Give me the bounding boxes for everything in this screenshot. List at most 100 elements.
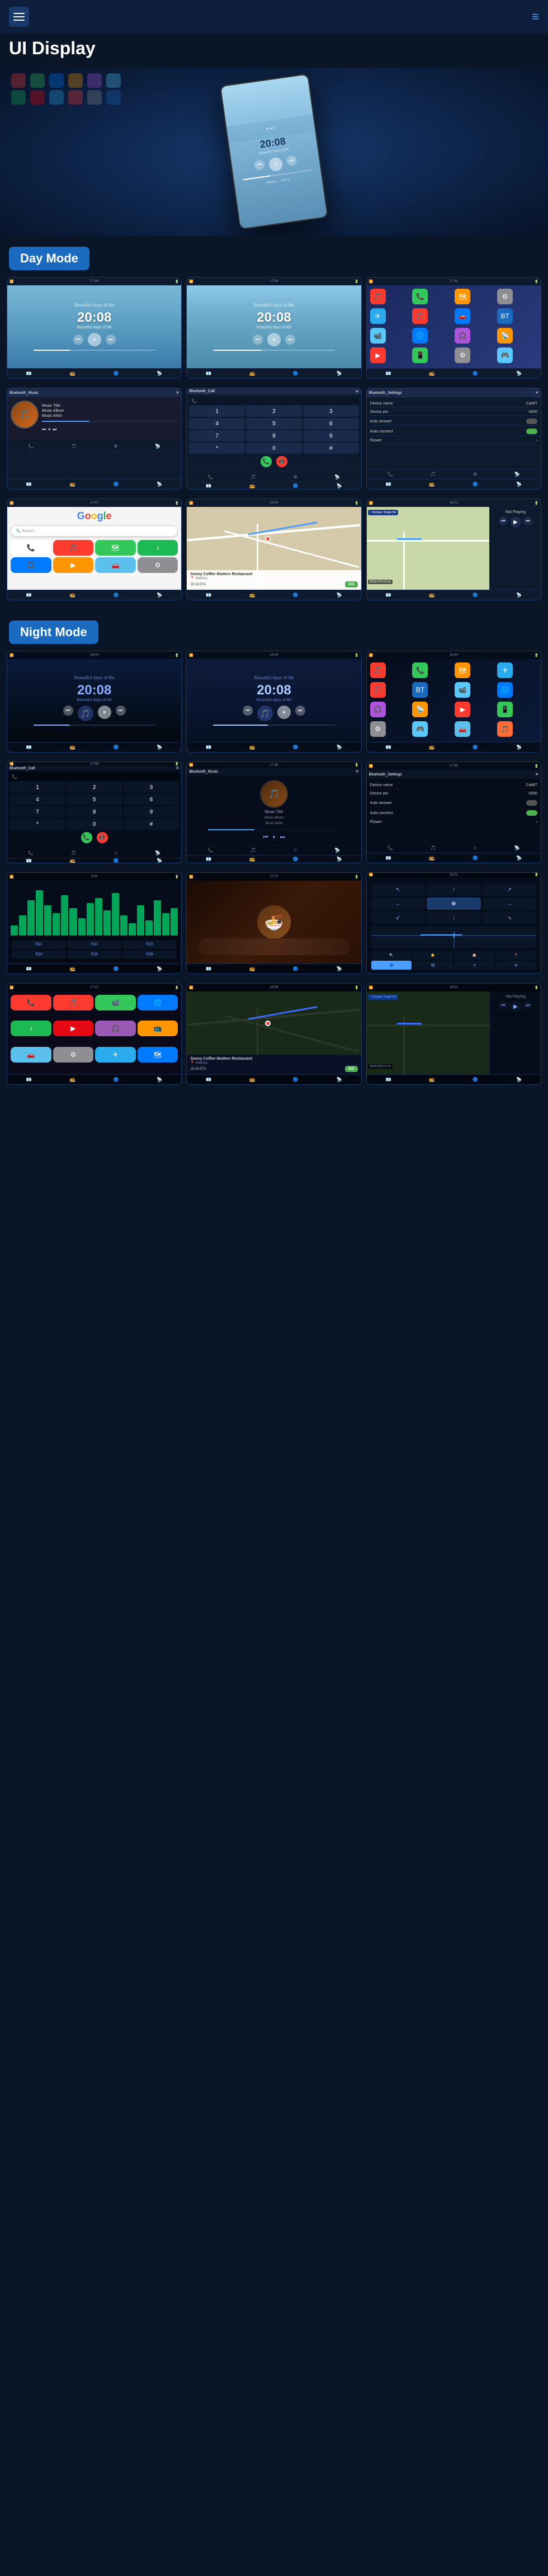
dial-hash[interactable]: # <box>303 443 359 454</box>
app-voicecar-icon[interactable]: 🚗 <box>455 308 470 324</box>
nav-right[interactable]: → <box>483 897 536 910</box>
dial-5[interactable]: 5 <box>246 418 302 429</box>
night-dial-5[interactable]: 5 <box>67 794 122 805</box>
night-app-music2[interactable]: 🎵 <box>370 682 386 698</box>
night-nav-btn-4[interactable]: 📍 <box>496 951 536 960</box>
night-nav-btn-1[interactable]: 🔍 <box>371 951 412 960</box>
night-nav-btn-2[interactable]: ⭐ <box>413 951 453 960</box>
eq-btn-6[interactable]: EQ6 <box>122 950 177 959</box>
night-app-settings[interactable]: ⚙ <box>370 721 386 737</box>
night-dial-3[interactable]: 3 <box>124 782 179 793</box>
night-end-call-btn[interactable]: 📵 <box>97 832 108 843</box>
night-dial-6[interactable]: 6 <box>124 794 179 805</box>
night-app-music[interactable]: 🎵 <box>370 662 386 678</box>
app-facetime-icon[interactable]: 📹 <box>370 328 386 344</box>
night-ios-waze[interactable]: 🚗 <box>11 1047 51 1063</box>
go-button[interactable]: GO <box>345 581 358 587</box>
app-settings-icon[interactable]: ⚙ <box>497 289 513 304</box>
night-music-next[interactable]: ⏭ <box>280 834 285 840</box>
app-orange-icon[interactable]: 📡 <box>497 328 513 344</box>
night-nav-btn-6[interactable]: 🗺 <box>413 961 453 970</box>
night-ios-music[interactable]: 🎵 <box>53 995 94 1010</box>
night-ios-youtube[interactable]: 📺 <box>138 1021 178 1036</box>
night-app-green[interactable]: 📱 <box>497 702 513 717</box>
eq-btn-2[interactable]: EQ2 <box>67 940 121 949</box>
eq-btn-3[interactable]: EQ3 <box>122 940 177 949</box>
app-maps-icon[interactable]: 🗺 <box>455 289 470 304</box>
night-next-1[interactable]: ⏭ <box>116 706 126 716</box>
ios-maps[interactable]: 🗺 <box>95 540 136 556</box>
dial-4[interactable]: 4 <box>189 418 245 429</box>
prev-2[interactable]: ⏮ <box>253 335 263 345</box>
nav-down[interactable]: ↓ <box>427 911 480 924</box>
nav-up[interactable]: ↑ <box>427 883 480 896</box>
ios-waze[interactable]: 🚗 <box>95 557 136 573</box>
night-auto-answer-toggle[interactable] <box>526 800 537 806</box>
night-dial-7[interactable]: 7 <box>10 806 65 817</box>
night-dial-1[interactable]: 1 <box>10 782 65 793</box>
night-dial-8[interactable]: 8 <box>67 806 122 817</box>
call-btn[interactable]: 📞 <box>261 456 272 467</box>
nav-center[interactable]: ⊕ <box>427 897 480 910</box>
eq-btn-4[interactable]: EQ4 <box>12 950 66 959</box>
nav-down-left[interactable]: ↙ <box>371 911 425 924</box>
night-call-btn[interactable]: 📞 <box>81 832 92 843</box>
night-prev-1[interactable]: ⏮ <box>63 706 73 716</box>
dial-8[interactable]: 8 <box>246 430 302 441</box>
app-phone-icon[interactable]: 📞 <box>412 289 428 304</box>
play-btn[interactable]: ⏸ <box>268 157 284 172</box>
app-music2-icon[interactable]: 🎵 <box>412 308 428 324</box>
night-app-maps[interactable]: 🗺 <box>455 662 470 678</box>
app-safari-icon[interactable]: 🌐 <box>412 328 428 344</box>
night-app-waze[interactable]: 🚗 <box>455 721 470 737</box>
night-app-facetime[interactable]: 📹 <box>455 682 470 698</box>
night-app-phone[interactable]: 📞 <box>412 662 428 678</box>
night-ios-settings[interactable]: ⚙ <box>53 1047 94 1063</box>
dial-0[interactable]: 0 <box>246 443 302 454</box>
not-play-prev[interactable]: ⏮ <box>499 516 508 525</box>
play-2[interactable]: ⏸ <box>267 333 281 346</box>
ios-spotify[interactable]: ♪ <box>138 540 178 556</box>
night-dial-star[interactable]: * <box>10 819 65 830</box>
night-ios-facetime[interactable]: 📹 <box>95 995 136 1010</box>
next-1[interactable]: ⏭ <box>106 335 116 345</box>
app-bt-icon[interactable]: BT <box>497 308 513 324</box>
night-nav-btn-8[interactable]: ⚙ <box>496 961 536 970</box>
dial-6[interactable]: 6 <box>303 418 359 429</box>
night-dial-4[interactable]: 4 <box>10 794 65 805</box>
dial-1[interactable]: 1 <box>189 406 245 417</box>
prev-1[interactable]: ⏮ <box>73 335 83 345</box>
nav-up-left[interactable]: ↖ <box>371 883 425 896</box>
night-app-orange[interactable]: 📡 <box>412 702 428 717</box>
night-nav-btn-5[interactable]: 🔵 <box>371 961 412 970</box>
menu-icon[interactable] <box>9 7 29 27</box>
night-ios-safari[interactable]: 🌐 <box>138 995 178 1010</box>
night-app-telegram[interactable]: ✈ <box>497 662 513 678</box>
night-next-2[interactable]: ⏭ <box>295 706 305 716</box>
nav-left[interactable]: ← <box>371 897 425 910</box>
dial-9[interactable]: 9 <box>303 430 359 441</box>
night-music-play[interactable]: ⏸ <box>272 834 275 840</box>
nav-up-right[interactable]: ↗ <box>483 883 536 896</box>
app-green-icon[interactable]: 📱 <box>412 347 428 363</box>
night-dial-9[interactable]: 9 <box>124 806 179 817</box>
ios-settings[interactable]: ⚙ <box>138 557 178 573</box>
night-music-prev[interactable]: ⏮ <box>263 834 268 840</box>
dial-7[interactable]: 7 <box>189 430 245 441</box>
night-play-2[interactable]: ⏸ <box>277 706 291 719</box>
nav-down-right[interactable]: ↘ <box>483 911 536 924</box>
app-teal-icon[interactable]: 🎮 <box>497 347 513 363</box>
night-np-prev[interactable]: ⏮ <box>499 1001 508 1010</box>
night-ios-phone[interactable]: 📞 <box>11 995 51 1010</box>
night-ios-maps[interactable]: 🗺 <box>138 1047 178 1063</box>
night-app-bt[interactable]: BT <box>412 682 428 698</box>
app-podcast-icon[interactable]: 🎧 <box>455 328 470 344</box>
night-ios-podcast[interactable]: 🎧 <box>95 1021 136 1036</box>
eq-btn-5[interactable]: EQ5 <box>67 950 121 959</box>
app-music-icon[interactable]: 🎵 <box>370 289 386 304</box>
night-ios-netflix[interactable]: ▶ <box>53 1021 94 1036</box>
play-1[interactable]: ⏸ <box>88 333 101 346</box>
prev-btn[interactable]: ⏮ <box>254 159 265 170</box>
night-np-next[interactable]: ⏭ <box>523 1001 532 1010</box>
ios-phone[interactable]: 📞 <box>11 540 51 556</box>
